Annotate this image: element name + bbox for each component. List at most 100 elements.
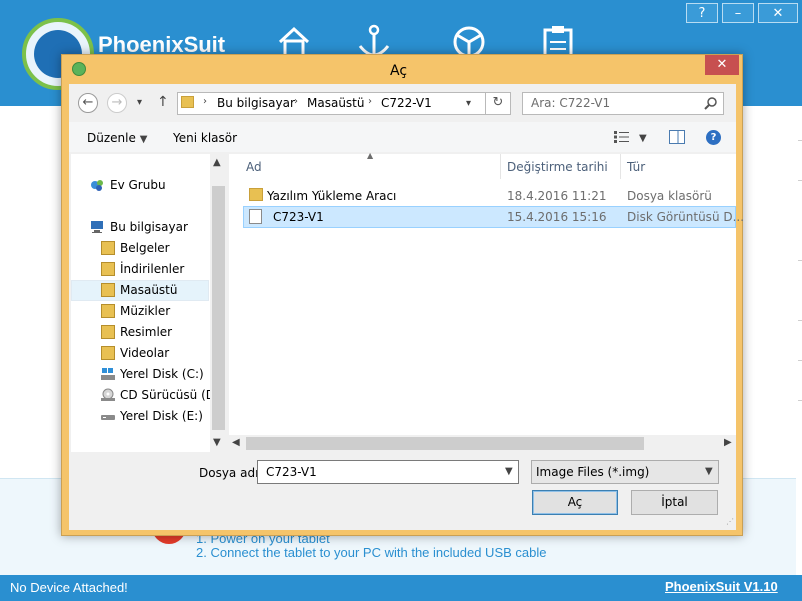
- back-button[interactable]: ←: [78, 93, 98, 113]
- nav-item-pictures[interactable]: Resimler: [71, 322, 209, 343]
- organize-label: Düzenle: [87, 131, 136, 145]
- column-separator[interactable]: [620, 154, 621, 179]
- file-name: C723-V1: [273, 210, 324, 224]
- drive-icon: [101, 367, 115, 381]
- open-button[interactable]: Aç: [532, 490, 618, 515]
- nav-label: Resimler: [120, 325, 173, 339]
- nav-label: Yerel Disk (E:): [120, 409, 203, 423]
- nav-label: Yerel Disk (C:): [120, 367, 204, 381]
- breadcrumb-desktop[interactable]: Masaüstü: [307, 96, 364, 110]
- file-date: 15.4.2016 15:16: [507, 210, 607, 224]
- folder-icon: [249, 188, 263, 201]
- device-info-clipboard-icon[interactable]: [540, 24, 576, 59]
- breadcrumb-current-folder[interactable]: C722-V1: [381, 96, 432, 110]
- nav-item-music[interactable]: Müzikler: [71, 301, 209, 322]
- nav-label: Masaüstü: [120, 283, 178, 297]
- cd-drive-icon: [101, 388, 115, 402]
- app-minimize-button[interactable]: –: [722, 3, 754, 23]
- nav-item-desktop[interactable]: Masaüstü: [71, 280, 209, 301]
- file-name-label: Dosya adı:: [199, 466, 263, 480]
- firmware-anchor-icon[interactable]: [356, 24, 392, 58]
- file-date: 18.4.2016 11:21: [507, 189, 607, 203]
- nav-item-downloads[interactable]: İndirilenler: [71, 259, 209, 280]
- sort-ascending-icon: ▲: [367, 151, 374, 160]
- nav-item-this-pc[interactable]: Bu bilgisayar: [71, 217, 209, 238]
- nav-scroll-thumb[interactable]: [212, 186, 225, 430]
- scroll-right-icon[interactable]: ▶: [724, 437, 732, 448]
- instruction-step-2: 2. Connect the tablet to your PC with th…: [196, 545, 547, 560]
- scroll-up-icon[interactable]: ▲: [213, 157, 221, 168]
- nav-item-homegroup[interactable]: Ev Grubu: [71, 175, 209, 196]
- dialog-app-icon: [72, 62, 86, 76]
- scroll-tick: [798, 320, 802, 321]
- app-close-button[interactable]: ✕: [758, 3, 798, 23]
- breadcrumb-separator: ›: [203, 96, 207, 107]
- view-options-icon[interactable]: [614, 131, 630, 143]
- file-name: Yazılım Yükleme Aracı: [267, 189, 397, 203]
- cancel-button[interactable]: İptal: [631, 490, 718, 515]
- file-type: Disk Görüntüsü D...: [627, 210, 745, 224]
- device-status-text: No Device Attached!: [10, 580, 128, 595]
- file-type: Dosya klasörü: [627, 189, 712, 203]
- nav-label: Ev Grubu: [110, 178, 166, 192]
- apps-cube-icon[interactable]: [451, 24, 487, 58]
- file-name-value: C723-V1: [266, 465, 317, 479]
- downloads-icon: [101, 262, 115, 276]
- nav-label: Videolar: [120, 346, 170, 360]
- breadcrumb-this-pc[interactable]: Bu bilgisayar: [217, 96, 295, 110]
- preview-pane-icon[interactable]: [669, 130, 685, 144]
- computer-icon: [90, 220, 104, 234]
- search-placeholder: Ara: C722-V1: [531, 96, 611, 110]
- new-folder-button[interactable]: Yeni klasör: [173, 131, 237, 145]
- app-scrollbar[interactable]: [796, 106, 802, 575]
- chevron-down-icon[interactable]: ▼: [505, 466, 513, 477]
- search-icon[interactable]: [704, 96, 718, 110]
- column-separator[interactable]: [500, 154, 501, 179]
- scroll-tick: [798, 180, 802, 181]
- breadcrumb-separator: ›: [368, 96, 372, 107]
- nav-item-cd-drive-d[interactable]: CD Sürücüsü (D:): [71, 385, 224, 406]
- nav-label: CD Sürücüsü (D:): [120, 388, 224, 402]
- desktop-folder-icon: [101, 283, 115, 297]
- app-help-button[interactable]: ?: [686, 3, 718, 23]
- scroll-left-icon[interactable]: ◀: [232, 437, 240, 448]
- forward-button[interactable]: →: [107, 93, 127, 113]
- nav-label: Müzikler: [120, 304, 171, 318]
- resize-grip-icon[interactable]: ⋰: [726, 517, 734, 526]
- scroll-tick: [798, 260, 802, 261]
- chevron-down-icon: ▼: [139, 134, 148, 145]
- up-button[interactable]: ↑: [157, 94, 169, 110]
- scroll-tick: [798, 140, 802, 141]
- address-history-dropdown[interactable]: ▾: [466, 98, 471, 109]
- refresh-button[interactable]: ↻: [485, 92, 511, 115]
- help-icon[interactable]: ?: [706, 130, 721, 145]
- nav-item-documents[interactable]: Belgeler: [71, 238, 209, 259]
- chevron-down-icon[interactable]: ▼: [705, 466, 713, 477]
- nav-label: İndirilenler: [120, 262, 185, 276]
- dialog-close-button[interactable]: ✕: [705, 55, 739, 75]
- folder-icon: [181, 96, 194, 108]
- music-icon: [101, 304, 115, 318]
- documents-icon: [101, 241, 115, 255]
- column-header-date-modified[interactable]: Değiştirme tarihi: [507, 160, 608, 174]
- breadcrumb-separator: ›: [294, 96, 298, 107]
- nav-label: Belgeler: [120, 241, 170, 255]
- horizontal-scroll-thumb[interactable]: [246, 437, 644, 450]
- homegroup-icon: [90, 178, 104, 192]
- nav-item-videos[interactable]: Videolar: [71, 343, 209, 364]
- column-header-name[interactable]: Ad: [246, 160, 262, 174]
- drive-icon: [101, 409, 115, 423]
- organize-menu-button[interactable]: Düzenle ▼: [87, 131, 147, 145]
- column-header-type[interactable]: Tür: [627, 160, 645, 174]
- scroll-down-icon[interactable]: ▼: [213, 437, 221, 448]
- pictures-icon: [101, 325, 115, 339]
- nav-item-drive-c[interactable]: Yerel Disk (C:): [71, 364, 209, 385]
- command-toolbar: [69, 122, 736, 152]
- home-icon[interactable]: [276, 24, 312, 58]
- nav-label: Bu bilgisayar: [110, 220, 188, 234]
- nav-item-drive-e[interactable]: Yerel Disk (E:): [71, 406, 209, 427]
- scroll-tick: [798, 360, 802, 361]
- version-link[interactable]: PhoenixSuit V1.10: [665, 579, 778, 594]
- view-dropdown-icon[interactable]: ▼: [639, 133, 647, 144]
- recent-locations-dropdown[interactable]: ▾: [137, 97, 142, 108]
